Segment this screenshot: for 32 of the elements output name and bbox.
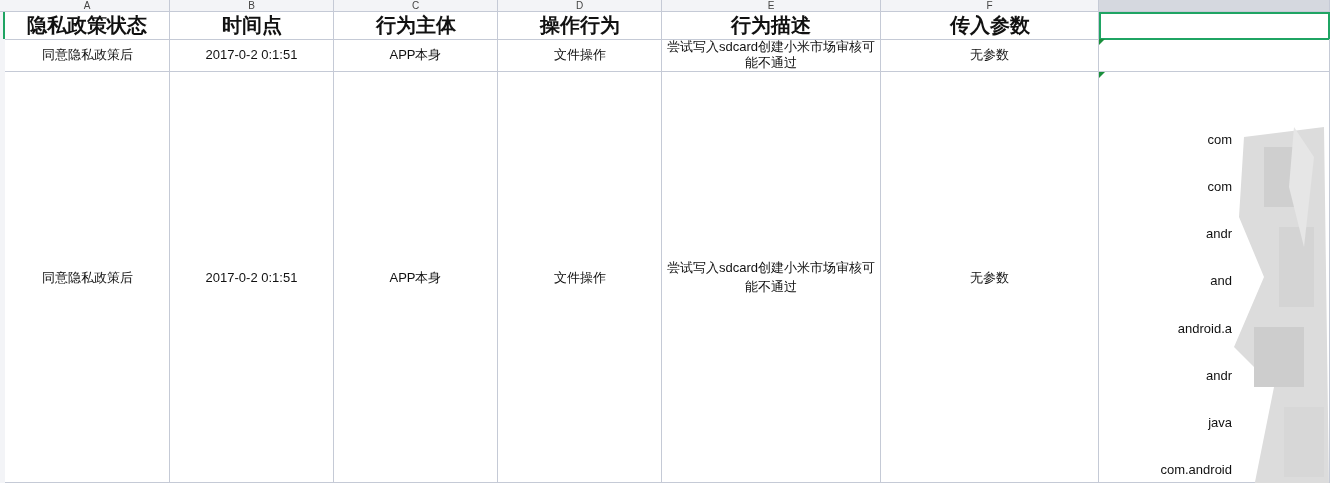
cell-text-fragment: android.a [1177, 320, 1232, 337]
table-cell: 文件操作 [498, 72, 662, 483]
table-cell: 同意隐私政策后 [5, 39, 170, 72]
table-cell: 隐私政策状态 [5, 12, 170, 40]
table-cell: 同意隐私政策后 [5, 72, 170, 483]
column-header[interactable]: A [5, 0, 170, 11]
cell-text-fragment: and [1210, 273, 1232, 290]
column-header[interactable]: E [662, 0, 881, 11]
table-cell: 行为描述 [662, 12, 881, 40]
cell-text-fragment: com.android [1160, 462, 1232, 478]
column-header[interactable] [1099, 0, 1330, 11]
table-cell: 无参数 [881, 72, 1099, 483]
table-cell: 无参数 [881, 39, 1099, 72]
table-cell: 2017-0-2 0:1:51 [170, 72, 334, 483]
table-cell: APP本身 [334, 39, 498, 72]
cell-text-fragment: andr [1205, 367, 1232, 384]
table-cell: 行为主体 [334, 12, 498, 40]
table-cell: APP本身 [334, 72, 498, 483]
column-header[interactable]: C [334, 0, 498, 11]
cell-text-fragment: com [1207, 179, 1232, 196]
cell-text-fragment: java [1208, 414, 1232, 431]
column-header[interactable]: B [170, 0, 334, 11]
table-cell: 文件操作 [498, 39, 662, 72]
table-cell: 时间点 [170, 12, 334, 40]
cell-text-fragment: andr [1205, 226, 1232, 243]
column-header[interactable]: D [498, 0, 662, 11]
cell-text-fragment: com [1207, 132, 1232, 148]
table-cell: 尝试写入sdcard创建小米市场审核可能不通过 [662, 72, 881, 483]
table-cell: 尝试写入sdcard创建小米市场审核可能不通过 [662, 39, 881, 72]
table-cell: 2017-0-2 0:1:51 [170, 39, 334, 72]
table-cell: 操作行为 [498, 12, 662, 40]
table-cell: 传入参数 [881, 12, 1099, 40]
